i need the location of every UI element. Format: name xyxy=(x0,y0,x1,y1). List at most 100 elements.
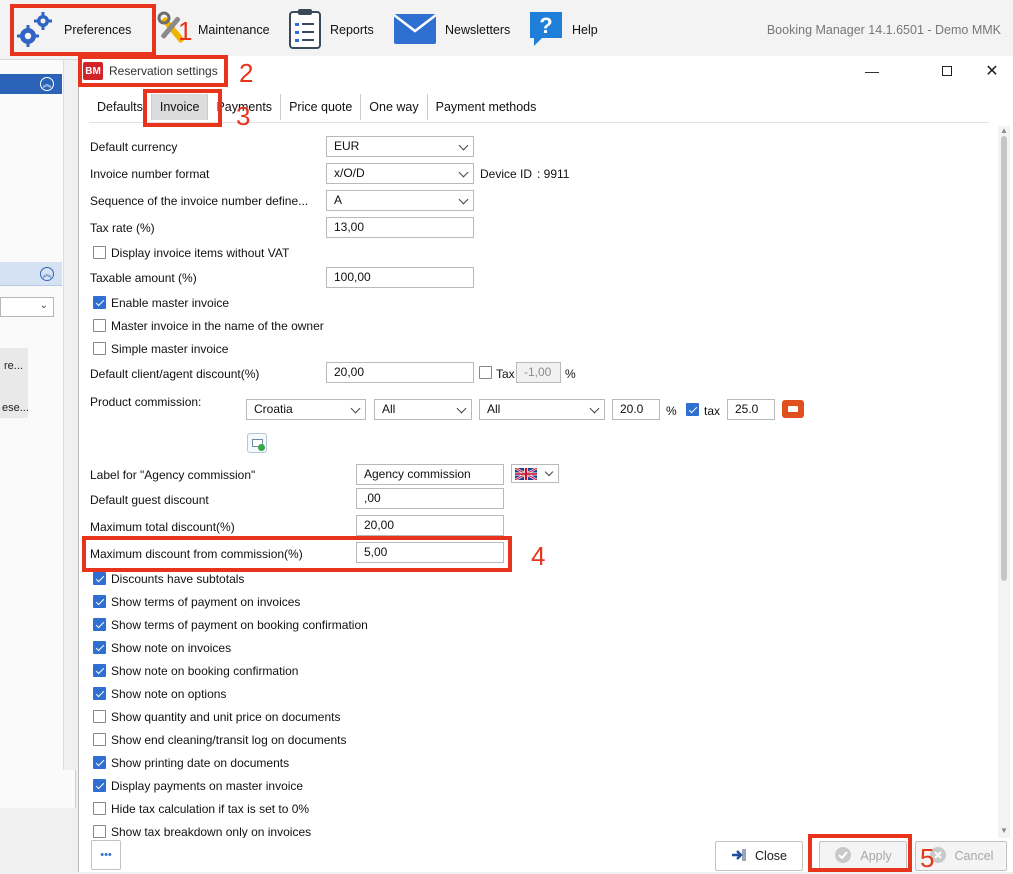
remove-commission-button[interactable] xyxy=(782,400,804,418)
agency-commission-label: Label for "Agency commission" xyxy=(90,468,256,482)
discounts-subtotals-checkbox[interactable] xyxy=(93,572,106,585)
default-currency-label: Default currency xyxy=(90,140,178,154)
display-items-without-vat-checkbox[interactable] xyxy=(93,246,106,259)
default-guest-discount-input[interactable]: ,00 xyxy=(356,488,504,509)
terms-on-invoices-label: Show terms of payment on invoices xyxy=(111,595,301,609)
add-commission-button[interactable] xyxy=(247,433,267,453)
collapse-icon-2[interactable]: ︽ xyxy=(40,267,54,281)
max-total-discount-input[interactable]: 20,00 xyxy=(356,515,504,536)
discount-tax-checkbox[interactable] xyxy=(479,366,492,379)
default-currency-select[interactable]: EUR xyxy=(326,136,474,157)
commission-select-3[interactable]: All xyxy=(479,399,605,420)
newsletters-button[interactable]: Newsletters xyxy=(393,8,510,52)
tax-rate-label: Tax rate (%) xyxy=(90,221,155,235)
quantity-unit-price-checkbox[interactable] xyxy=(93,710,106,723)
printing-date-label: Show printing date on documents xyxy=(111,756,290,770)
scroll-down-icon[interactable]: ▼ xyxy=(1000,826,1008,835)
exit-arrow-icon xyxy=(731,848,747,865)
max-total-discount-label: Maximum total discount(%) xyxy=(90,520,235,534)
background-item-2: ese... xyxy=(2,402,29,414)
sequence-select[interactable]: A xyxy=(326,190,474,211)
collapse-icon[interactable]: ︽ xyxy=(40,77,54,91)
help-button[interactable]: ? Help xyxy=(528,8,598,52)
invoice-number-format-label: Invoice number format xyxy=(90,167,210,181)
annotation-number-5: 5 xyxy=(920,843,935,873)
quantity-unit-price-label: Show quantity and unit price on document… xyxy=(111,710,341,724)
hide-tax-calculation-checkbox[interactable] xyxy=(93,802,106,815)
language-select[interactable] xyxy=(511,464,559,483)
clipboard-icon xyxy=(288,8,322,53)
terms-on-confirmation-checkbox[interactable] xyxy=(93,618,106,631)
chevron-down-icon xyxy=(544,467,554,477)
help-label: Help xyxy=(572,23,598,37)
close-window-button[interactable]: ✕ xyxy=(974,60,1010,82)
payments-master-invoice-label: Display payments on master invoice xyxy=(111,779,304,793)
device-id-label: Device ID xyxy=(480,167,533,181)
default-discount-label: Default client/agent discount(%) xyxy=(90,367,260,381)
background-scrollbar[interactable] xyxy=(63,60,76,770)
vertical-scrollbar[interactable]: ▲ ▼ xyxy=(998,126,1010,838)
more-icon: ••• xyxy=(100,849,112,861)
background-panel: ︽ ︽ ⌄ re... ese... xyxy=(0,60,76,808)
taxable-amount-input[interactable]: 100,00 xyxy=(326,267,474,288)
commission-percent-label: % xyxy=(666,404,677,418)
tab-one-way[interactable]: One way xyxy=(361,94,428,120)
tab-divider xyxy=(89,122,989,123)
chevron-down-icon: ⌄ xyxy=(39,300,48,311)
hide-tax-calculation-label: Hide tax calculation if tax is set to 0% xyxy=(111,802,310,816)
end-cleaning-checkbox[interactable] xyxy=(93,733,106,746)
commission-tax-checkbox[interactable] xyxy=(686,403,699,416)
newsletters-label: Newsletters xyxy=(445,23,511,37)
printing-date-checkbox[interactable] xyxy=(93,756,106,769)
commission-country-select[interactable]: Croatia xyxy=(246,399,366,420)
reports-button[interactable]: Reports xyxy=(288,8,374,52)
scrollbar-thumb[interactable] xyxy=(1001,136,1007,581)
commission-value-input[interactable]: 20.0 xyxy=(612,399,660,420)
minimize-button[interactable]: — xyxy=(854,60,890,82)
master-invoice-owner-checkbox[interactable] xyxy=(93,319,106,332)
invoice-settings-form: Default currency EUR Invoice number form… xyxy=(79,126,999,838)
invoice-number-format-select[interactable]: x/O/D xyxy=(326,163,474,184)
payments-master-invoice-checkbox[interactable] xyxy=(93,779,106,792)
svg-text:?: ? xyxy=(539,13,552,38)
annotation-box-5 xyxy=(808,834,912,872)
annotation-box-3 xyxy=(143,89,222,127)
note-on-options-checkbox[interactable] xyxy=(93,687,106,700)
note-on-invoices-checkbox[interactable] xyxy=(93,641,106,654)
app-title: Booking Manager 14.1.6501 - Demo MMK xyxy=(766,23,1001,37)
maintenance-label: Maintenance xyxy=(198,23,270,37)
maintenance-button[interactable]: Maintenance xyxy=(156,8,270,52)
annotation-number-3: 3 xyxy=(236,101,251,131)
enable-master-invoice-label: Enable master invoice xyxy=(111,296,230,310)
annotation-box-1 xyxy=(10,4,156,56)
scroll-up-icon[interactable]: ▲ xyxy=(1000,126,1008,135)
commission-select-2[interactable]: All xyxy=(374,399,472,420)
help-icon: ? xyxy=(528,10,564,51)
note-on-confirmation-checkbox[interactable] xyxy=(93,664,106,677)
commission-tax-input[interactable]: 25.0 xyxy=(727,399,775,420)
discount-percent-label: % xyxy=(565,367,576,381)
simple-master-invoice-checkbox[interactable] xyxy=(93,342,106,355)
terms-on-invoices-checkbox[interactable] xyxy=(93,595,106,608)
tab-payment-methods[interactable]: Payment methods xyxy=(428,94,545,120)
discount-tax-input[interactable]: -1,00 xyxy=(516,362,561,383)
annotation-number-2: 2 xyxy=(239,58,254,88)
tax-breakdown-checkbox[interactable] xyxy=(93,825,106,838)
master-invoice-owner-label: Master invoice in the name of the owner xyxy=(111,319,324,333)
agency-commission-input[interactable]: Agency commission xyxy=(356,464,504,485)
tab-price-quote[interactable]: Price quote xyxy=(281,94,362,120)
uk-flag-icon xyxy=(514,466,538,483)
enable-master-invoice-checkbox[interactable] xyxy=(93,296,106,309)
maximize-icon xyxy=(942,66,952,76)
more-options-button[interactable]: ••• xyxy=(91,840,121,870)
tax-breakdown-label: Show tax breakdown only on invoices xyxy=(111,825,312,838)
background-select[interactable]: ⌄ xyxy=(0,297,54,317)
annotation-box-2 xyxy=(78,55,228,87)
default-discount-input[interactable]: 20,00 xyxy=(326,362,474,383)
default-guest-discount-label: Default guest discount xyxy=(90,493,209,507)
discounts-subtotals-label: Discounts have subtotals xyxy=(111,572,245,586)
tax-rate-input[interactable]: 13,00 xyxy=(326,217,474,238)
close-button[interactable]: Close xyxy=(715,841,803,871)
terms-on-confirmation-label: Show terms of payment on booking confirm… xyxy=(111,618,368,632)
maximize-button[interactable] xyxy=(929,60,965,82)
